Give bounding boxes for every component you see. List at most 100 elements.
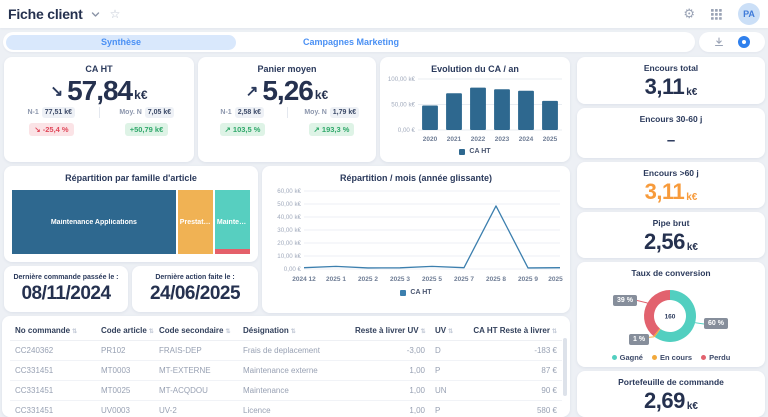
orders-table-card: No commande⇅Code article⇅Code secondaire… [2, 316, 570, 417]
legend-marker-gagne [612, 355, 617, 360]
kpi-card-derniere-action: Dernière action faite le : 24/06/2025 [132, 266, 258, 312]
chart-title: Répartition par famille d'article [4, 166, 258, 183]
table-cell: 1,00 [350, 381, 430, 401]
settings-gear-icon[interactable]: ⚙ [683, 6, 695, 22]
moy-label: Moy. N [304, 109, 326, 116]
column-header[interactable]: Code secondaire⇅ [154, 320, 238, 341]
sort-icon: ⇅ [291, 329, 296, 335]
treemap-chart: Maintenance Applications Prestation...Mai… [12, 190, 250, 254]
n1-value: 2,58 k€ [235, 107, 264, 118]
column-header[interactable]: CA HT Reste à livrer⇅ [466, 320, 562, 341]
apps-grid-icon[interactable] [711, 9, 722, 20]
avatar[interactable]: PA [738, 3, 760, 25]
svg-text:2022: 2022 [471, 136, 486, 143]
card-title: Encours 30-60 j [577, 108, 765, 124]
svg-text:2025 10: 2025 10 [548, 276, 564, 283]
moy-value: 1,79 k€ [330, 107, 359, 118]
kpi-unit: k€ [686, 87, 697, 100]
table-row[interactable]: CC331451MT0025MT-ACQDOUMaintenance1,00UN… [10, 381, 562, 401]
svg-text:2023: 2023 [495, 136, 510, 143]
kpi-card-pipe-brut: Pipe brut 2,56k€ [577, 212, 765, 258]
donut-chart: 160 [577, 282, 765, 354]
table-cell: 1,00 [350, 401, 430, 417]
table-cell: 1,00 [350, 361, 430, 381]
n1-column: N-1 2,58 k€ [198, 107, 287, 118]
column-header[interactable]: No commande⇅ [10, 320, 96, 341]
donut-callout-en-cours: 1 % [629, 334, 649, 345]
column-header-label: Désignation [243, 326, 289, 335]
donut-callout-perdu: 39 % [613, 295, 637, 306]
column-header[interactable]: Reste à livrer UV⇅ [350, 320, 430, 341]
donut-legend: Gagné En cours Perdu [577, 353, 765, 362]
column-header[interactable]: UV⇅ [430, 320, 466, 341]
kpi-value: 3,11 [645, 179, 685, 205]
kpi-value: 3,11 [645, 74, 685, 100]
table-cell: P [430, 401, 466, 417]
download-icon[interactable] [714, 37, 724, 47]
table-cell: Maintenance externe [238, 361, 350, 381]
kpi-unit: k€ [687, 242, 698, 255]
svg-text:2024 12: 2024 12 [292, 276, 316, 283]
treemap-cell: Maintenance Applications [12, 190, 176, 254]
svg-text:60,00 k€: 60,00 k€ [277, 188, 301, 195]
chart-card-repartition-famille: Répartition par famille d'article Mainte… [4, 166, 258, 262]
legend-label: Gagné [620, 353, 643, 362]
card-title: Portefeuille de commande [577, 371, 765, 387]
table-cell: CC240362 [10, 341, 96, 361]
treemap-cell: Prestation... [178, 190, 213, 254]
svg-text:2025 8: 2025 8 [486, 276, 506, 283]
svg-text:30,00 k€: 30,00 k€ [277, 227, 301, 234]
svg-text:0,00 €: 0,00 € [398, 127, 416, 134]
kpi-card-encours-30-60: Encours 30-60 j – [577, 108, 765, 158]
svg-text:2025 3: 2025 3 [390, 276, 410, 283]
kpi-card-derniere-commande: Dernière commande passée le : 08/11/2024 [4, 266, 128, 312]
tab-synthese[interactable]: Synthèse [6, 35, 236, 50]
column-header-label: Code article [101, 326, 147, 335]
svg-text:2025 9: 2025 9 [518, 276, 538, 283]
column-header[interactable]: Code article⇅ [96, 320, 154, 341]
kpi-value: 5,26 [262, 76, 313, 105]
table-cell: CC331451 [10, 401, 96, 417]
kpi-sub-row: N-1 77,51 k€ Moy. N 7,05 k€ [4, 107, 194, 118]
tab-campagnes-marketing[interactable]: Campagnes Marketing [236, 35, 466, 50]
fiche-client-dashboard: Fiche client ☆ ⚙ PA Synthèse Campagnes M… [0, 0, 768, 417]
record-toggle-button[interactable] [738, 36, 750, 48]
trend-up-icon: ↗ [246, 82, 259, 100]
donut-callout-gagne: 60 % [704, 318, 728, 329]
column-header-label: No commande [15, 326, 70, 335]
chart-toolbar [699, 32, 765, 52]
table-cell: -3,00 [350, 341, 430, 361]
column-header-label: Reste à livrer UV [355, 326, 419, 335]
sort-icon: ⇅ [72, 329, 77, 335]
table-cell: MT0003 [96, 361, 154, 381]
treemap-cell-label: Maintenance Applications [49, 219, 139, 226]
chart-card-repartition-mois: Répartition / mois (année glissante) 0,0… [262, 166, 570, 313]
table-row[interactable]: CC331451UV0003UV-2Licence1,00P580 € [10, 401, 562, 417]
treemap-cell: Maintena... [215, 190, 250, 254]
chart-title: Taux de conversion [577, 262, 765, 278]
table-scrollbar[interactable] [563, 338, 567, 396]
moy-column: Moy. N 7,05 k€ [99, 107, 195, 118]
svg-text:2024: 2024 [519, 136, 534, 143]
card-title: Encours >60 j [577, 162, 765, 178]
table-cell: -183 € [466, 341, 562, 361]
date-value: 08/11/2024 [4, 283, 128, 305]
kpi-unit: k€ [315, 88, 328, 105]
variation-badge-positive: ↗ 103,5 % [220, 123, 266, 136]
chevron-down-icon[interactable] [91, 11, 100, 18]
table-cell: Licence [238, 401, 350, 417]
n1-column: N-1 77,51 k€ [4, 107, 99, 118]
app-header: Fiche client ☆ ⚙ PA [0, 0, 768, 28]
table-row[interactable]: CC240362PR102FRAIS-DEPFrais de deplaceme… [10, 341, 562, 361]
chart-title: Evolution du CA / an [380, 57, 570, 74]
column-header[interactable]: Désignation⇅ [238, 320, 350, 341]
card-title: CA HT [4, 57, 194, 74]
chart-title: Répartition / mois (année glissante) [262, 166, 570, 183]
moy-label: Moy. N [119, 109, 141, 116]
bar-chart-legend: CA HT [380, 148, 570, 155]
favorite-star-icon[interactable]: ☆ [110, 7, 121, 21]
table-row[interactable]: CC331451MT0003MT-EXTERNEMaintenance exte… [10, 361, 562, 381]
moy-value: 7,05 k€ [145, 107, 174, 118]
kpi-value: 2,56 [644, 229, 685, 255]
kpi-value: 57,84 [67, 76, 132, 105]
